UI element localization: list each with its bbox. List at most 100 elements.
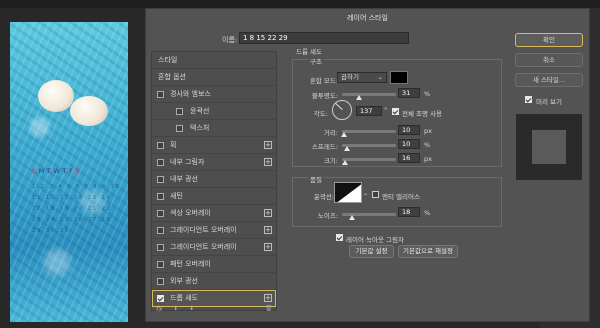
preview-checkbox[interactable] [525, 96, 532, 103]
style-item[interactable]: 내부 광선 [152, 171, 276, 188]
style-item[interactable]: 내부 그림자 + [152, 154, 276, 171]
opacity-label: 불투명도: [311, 92, 338, 100]
style-checkbox[interactable] [157, 159, 164, 166]
style-item-label: 텍스처 [190, 124, 210, 132]
add-style-icon[interactable]: + [264, 141, 272, 149]
style-preview [516, 114, 582, 180]
contour-picker[interactable] [334, 182, 362, 203]
style-item[interactable]: 그레이디언트 오버레이 + [152, 239, 276, 256]
dialog-title: 레이어 스타일 [347, 14, 388, 22]
make-default-button[interactable]: 기본값 설정 [349, 245, 394, 258]
ok-button[interactable]: 확인 [515, 33, 583, 47]
noise-slider[interactable] [342, 213, 396, 220]
style-item[interactable]: 스타일 [152, 52, 276, 69]
distance-slider[interactable] [341, 130, 396, 137]
style-item[interactable]: 경사와 엠보스 [152, 86, 276, 103]
move-down-icon[interactable]: ⬇ [189, 305, 194, 312]
contour-label: 윤곽선: [313, 193, 334, 201]
fx-icon[interactable]: fx [156, 305, 163, 313]
reset-default-button[interactable]: 기본값으로 재설정 [398, 245, 458, 258]
noise-thumb[interactable] [348, 215, 355, 220]
global-light-checkbox[interactable] [392, 108, 399, 115]
style-item[interactable]: 외부 광선 [152, 273, 276, 290]
style-checkbox[interactable] [157, 261, 164, 268]
style-item[interactable]: 윤곽선 [152, 103, 276, 120]
style-checkbox[interactable] [157, 210, 164, 217]
style-checkbox[interactable] [157, 142, 164, 149]
spread-slider[interactable] [342, 144, 396, 151]
style-checkbox[interactable] [157, 244, 164, 251]
style-item-label: 그레이디언트 오버레이 [170, 243, 237, 251]
chevron-down-icon: ⌄ [377, 73, 383, 81]
style-item[interactable]: 그레이디언트 오버레이 + [152, 222, 276, 239]
style-checkbox[interactable] [157, 227, 164, 234]
anti-alias-checkbox[interactable] [372, 191, 379, 198]
styles-footer: fx ⬆ ⬇ 🗑 [151, 305, 277, 319]
shadow-color-swatch[interactable] [390, 71, 408, 84]
name-label: 이름: [222, 36, 238, 44]
distance-input[interactable]: 10 [398, 125, 420, 135]
calendar-days: SMTWTFS [32, 168, 82, 175]
style-item[interactable]: 텍스처 [152, 120, 276, 137]
opacity-slider[interactable] [342, 93, 396, 100]
distance-thumb[interactable] [341, 132, 348, 137]
add-style-icon[interactable]: + [264, 294, 272, 302]
size-slider[interactable] [342, 158, 396, 165]
size-label: 크기: [323, 157, 338, 165]
style-checkbox[interactable] [157, 278, 164, 285]
style-item[interactable]: 혼합 옵션 [152, 69, 276, 86]
size-thumb[interactable] [342, 160, 349, 165]
angle-label: 각도: [313, 110, 328, 118]
shell-image [38, 80, 74, 112]
style-item-label: 내부 광선 [170, 175, 198, 183]
layer-style-dialog: 레이어 스타일 이름: 1 8 15 22 29 스타일 혼합 옵션 경사와 엠보스… [145, 8, 590, 322]
style-item[interactable]: 패턴 오버레이 [152, 256, 276, 273]
add-style-icon[interactable]: + [264, 158, 272, 166]
knockout-checkbox[interactable] [336, 234, 343, 241]
add-style-icon[interactable]: + [264, 243, 272, 251]
distance-label: 거리: [323, 129, 338, 137]
style-item-label: 드롭 섀도 [170, 294, 198, 302]
spread-thumb[interactable] [344, 146, 351, 151]
style-checkbox[interactable] [157, 193, 164, 200]
add-style-icon[interactable]: + [264, 209, 272, 217]
style-item-label: 그레이디언트 오버레이 [170, 226, 237, 234]
style-checkbox[interactable] [157, 91, 164, 98]
style-checkbox[interactable] [176, 108, 183, 115]
style-item-label: 윤곽선 [190, 107, 210, 115]
angle-input[interactable]: 137 [356, 106, 382, 116]
angle-dial[interactable] [332, 100, 352, 120]
style-item[interactable]: 새틴 [152, 188, 276, 205]
anti-alias-label: 앤티 앨리어스 [382, 193, 420, 201]
document-canvas: SMTWTFS 1 2 3 4 5 6 7 8 9 10 11 12 13 14… [10, 22, 128, 322]
spread-input[interactable]: 10 [398, 139, 420, 149]
trash-icon[interactable]: 🗑 [265, 305, 273, 312]
shell-image [70, 96, 108, 126]
size-input[interactable]: 16 [398, 153, 420, 163]
style-item[interactable]: 획 + [152, 137, 276, 154]
style-checkbox[interactable] [157, 176, 164, 183]
noise-label: 노이즈: [317, 212, 338, 220]
style-item[interactable]: 색상 오버레이 + [152, 205, 276, 222]
add-style-icon[interactable]: + [264, 226, 272, 234]
style-checkbox[interactable] [176, 125, 183, 132]
noise-unit: % [424, 209, 431, 217]
style-checkbox[interactable] [157, 295, 164, 302]
style-item-label: 새틴 [170, 192, 183, 200]
name-input[interactable]: 1 8 15 22 29 [239, 32, 409, 44]
blend-mode-select[interactable]: 곱하기 ⌄ [337, 72, 387, 83]
opacity-unit: % [424, 90, 431, 98]
noise-input[interactable]: 18 [398, 207, 420, 217]
distance-unit: px [424, 127, 432, 135]
new-style-button[interactable]: 새 스타일... [515, 73, 583, 87]
move-up-icon[interactable]: ⬆ [173, 305, 178, 312]
calendar-day: T [47, 168, 54, 175]
global-light-label: 전체 조명 사용 [402, 110, 443, 118]
opacity-input[interactable]: 31 [398, 88, 420, 98]
styles-list: 스타일 혼합 옵션 경사와 엠보스윤곽선텍스처획 + 내부 그림자 + 내부 광선새틴색상 … [151, 51, 277, 311]
style-item-label: 외부 광선 [170, 277, 198, 285]
preview-label: 미리 보기 [536, 98, 562, 106]
opacity-thumb[interactable] [355, 95, 362, 100]
cancel-button[interactable]: 취소 [515, 53, 583, 67]
contour-chevron-icon[interactable]: ⌄ [363, 190, 368, 197]
